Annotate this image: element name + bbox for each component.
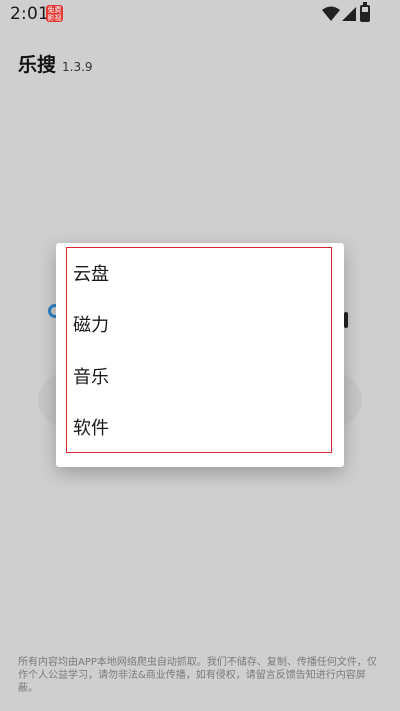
battery-icon [360,2,370,22]
signal-icon [342,7,356,21]
category-item-software[interactable]: 软件 [66,402,332,454]
status-bar: 2:01 免费 影视 [0,0,400,28]
wifi-icon [322,6,340,21]
category-item-cloud-drive[interactable]: 云盘 [66,247,332,299]
status-time: 2:01 [10,4,49,24]
category-picker-dialog: 云盘 磁力 音乐 软件 [56,243,344,467]
app-version: 1.3.9 [62,60,93,74]
disclaimer-text: 所有内容均由APP本地网络爬虫自动抓取。我们不储存、复制、传播任何文件，仅作个人… [18,657,377,694]
category-item-magnet[interactable]: 磁力 [66,299,332,351]
app-title: 乐搜 1.3.9 [18,50,93,77]
category-item-music[interactable]: 音乐 [66,350,332,402]
category-list: 云盘 磁力 音乐 软件 [66,247,332,453]
notification-app-icon: 免费 影视 [46,5,63,22]
notification-app-icon-text: 免费 影视 [47,5,62,22]
app-name: 乐搜 [18,54,57,76]
background-more-icon [344,312,348,328]
